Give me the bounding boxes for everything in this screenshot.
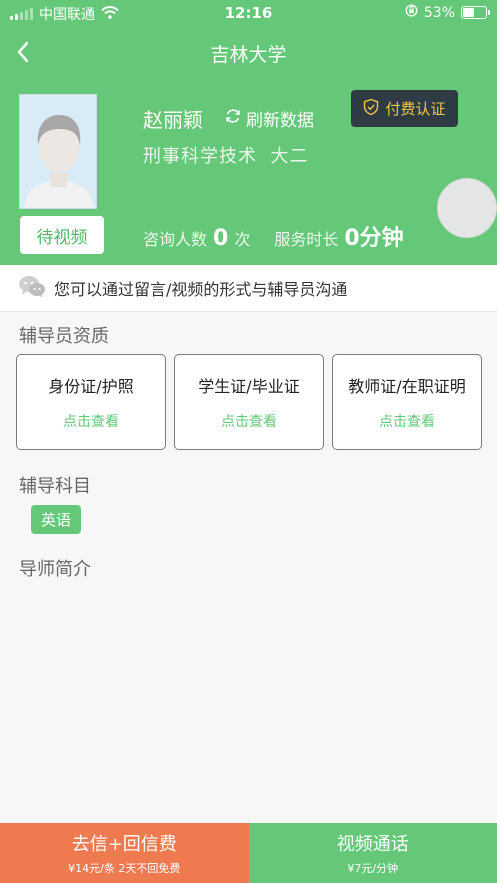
floating-assistive-button[interactable] xyxy=(437,178,497,238)
view-link[interactable]: 点击查看 xyxy=(379,411,435,431)
card-id-passport[interactable]: 身份证/护照 点击查看 xyxy=(16,354,166,450)
orientation-lock-icon xyxy=(405,4,418,21)
letter-reply-price: ¥14元/条 2天不回免费 xyxy=(68,862,181,875)
card-title: 教师证/在职证明 xyxy=(348,377,466,396)
card-teacher-employment[interactable]: 教师证/在职证明 点击查看 xyxy=(332,354,482,450)
screen: 中国联通 12:16 53% 吉林大学 待视频 赵丽颖 刷新数据 刑事科学技术 … xyxy=(0,0,497,883)
status-bar: 中国联通 12:16 53% xyxy=(0,0,497,26)
battery-percent: 53% xyxy=(423,4,455,21)
tutor-avatar xyxy=(19,94,97,209)
subjects-title: 辅导科目 xyxy=(19,476,91,497)
refresh-data-button[interactable]: 刷新数据 xyxy=(224,106,314,131)
battery-icon xyxy=(461,6,490,19)
qualification-title: 辅导员资质 xyxy=(19,326,109,347)
view-link[interactable]: 点击查看 xyxy=(221,411,277,431)
major-label: 刑事科学技术 xyxy=(143,146,257,167)
bottom-action-bar: 去信+回信费 ¥14元/条 2天不回免费 视频通话 ¥7元/分钟 xyxy=(0,823,497,883)
refresh-icon xyxy=(224,107,242,130)
profile-header: 中国联通 12:16 53% 吉林大学 待视频 赵丽颖 刷新数据 刑事科学技术 … xyxy=(0,0,497,265)
notice-text: 您可以通过留言/视频的形式与辅导员沟通 xyxy=(54,280,348,299)
pay-verify-button[interactable]: 付费认证 xyxy=(351,90,458,127)
pay-verify-label: 付费认证 xyxy=(385,100,446,118)
card-title: 身份证/护照 xyxy=(48,377,134,396)
video-call-title: 视频通话 xyxy=(336,834,409,855)
card-title: 学生证/毕业证 xyxy=(198,377,300,396)
qualification-cards: 身份证/护照 点击查看 学生证/毕业证 点击查看 教师证/在职证明 点击查看 xyxy=(16,354,482,450)
consult-label: 咨询人数 xyxy=(143,230,208,249)
refresh-label: 刷新数据 xyxy=(246,111,314,131)
major-grade: 刑事科学技术 大二 xyxy=(143,142,308,168)
page-title: 吉林大学 xyxy=(210,44,287,66)
card-student-diploma[interactable]: 学生证/毕业证 点击查看 xyxy=(174,354,324,450)
wechat-icon xyxy=(18,274,46,302)
letter-reply-button[interactable]: 去信+回信费 ¥14元/条 2天不回免费 xyxy=(0,823,249,883)
letter-reply-title: 去信+回信费 xyxy=(71,834,177,855)
subject-tag: 英语 xyxy=(31,505,81,534)
view-link[interactable]: 点击查看 xyxy=(63,411,119,431)
consult-unit: 次 xyxy=(234,230,251,249)
stats-row: 咨询人数 0 次 服务时长 0分钟 xyxy=(143,220,410,252)
nav-bar: 吉林大学 xyxy=(0,26,497,78)
service-duration-value: 0分钟 xyxy=(344,226,404,251)
video-call-button[interactable]: 视频通话 ¥7元/分钟 xyxy=(248,823,497,883)
service-duration-label: 服务时长 xyxy=(274,230,339,249)
intro-title: 导师简介 xyxy=(19,559,91,580)
grade-label: 大二 xyxy=(270,146,309,167)
consult-count: 0 xyxy=(213,226,229,251)
wait-video-button[interactable]: 待视频 xyxy=(20,216,104,254)
shield-check-icon xyxy=(363,98,379,120)
tutor-name: 赵丽颖 xyxy=(143,108,203,132)
video-call-price: ¥7元/分钟 xyxy=(347,862,399,875)
notice-bar: 您可以通过留言/视频的形式与辅导员沟通 xyxy=(0,265,497,312)
